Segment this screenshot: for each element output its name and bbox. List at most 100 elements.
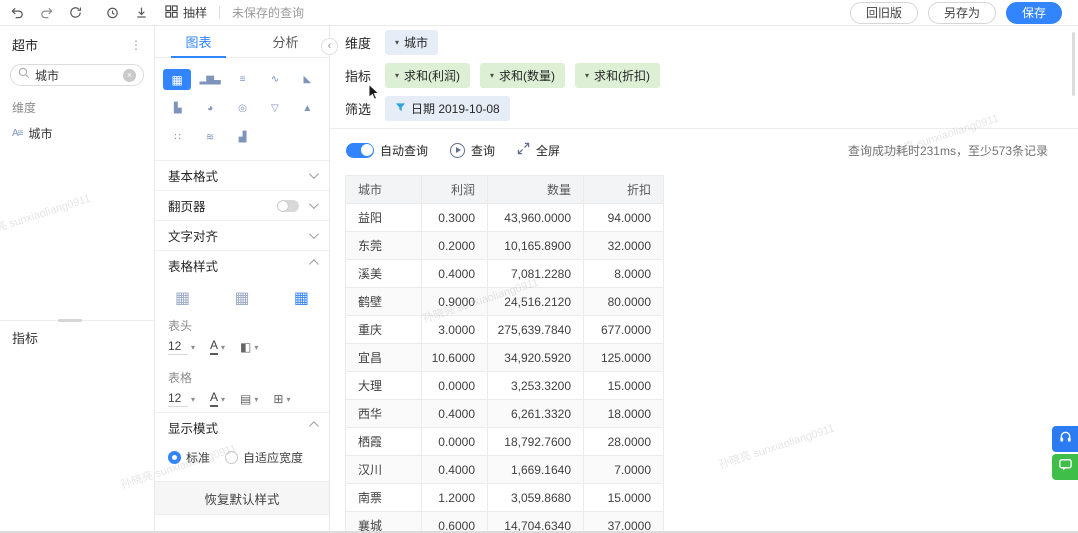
- table-font-size-select[interactable]: 12 ▾: [168, 391, 195, 407]
- redo-icon[interactable]: [39, 5, 54, 20]
- chart-type-table-icon[interactable]: ▦: [163, 69, 192, 90]
- auto-query-label: 自动查询: [380, 143, 429, 158]
- chart-type-stacked-bar-icon[interactable]: ▙: [163, 98, 191, 119]
- save-as-button[interactable]: 另存为: [927, 1, 996, 24]
- value-cell: 8.0000: [583, 259, 664, 288]
- dimension-tag-label: 城市: [404, 36, 429, 50]
- feedback-button[interactable]: [1052, 454, 1078, 480]
- header-fill-color-picker[interactable]: ◧ ▾: [240, 340, 258, 354]
- table-controls: 12 ▾ A ▾ ▤ ▾ ⊞ ▾: [155, 388, 329, 412]
- table-group-label: 表格: [168, 371, 193, 385]
- field-search-input[interactable]: 城市 ×: [10, 64, 144, 86]
- metric-tag[interactable]: ▾ 求和(折扣): [575, 63, 661, 88]
- pager-toggle[interactable]: [277, 199, 299, 212]
- value-cell: 0.2000: [421, 231, 488, 260]
- table-style-plain-icon[interactable]: ▦: [175, 288, 190, 308]
- chart-type-bar-icon[interactable]: ▂▆▃: [195, 69, 223, 90]
- reset-default-style-button[interactable]: 恢复默认样式: [155, 481, 329, 515]
- table-style-header-icon[interactable]: ▦: [234, 288, 249, 308]
- query-history-icon[interactable]: [105, 5, 120, 20]
- run-query-label: 查询: [471, 143, 496, 158]
- metric-tag[interactable]: ▾ 求和(利润): [385, 63, 471, 88]
- radio-on-icon: [168, 451, 181, 464]
- undo-icon[interactable]: [10, 5, 25, 20]
- section-table-style[interactable]: 表格样式: [155, 250, 329, 280]
- clear-search-icon[interactable]: ×: [123, 68, 136, 82]
- query-workspace: 维度 ▾ 城市 指标 ▾ 求和(利润) ▾ 求和(数量) ▾ 求和(折扣) 筛选 日期 2…: [330, 26, 1078, 531]
- support-button[interactable]: [1052, 426, 1078, 452]
- save-button[interactable]: 保存: [1005, 1, 1062, 24]
- chart-type-pyramid-icon[interactable]: ▲: [293, 98, 321, 119]
- old-version-button[interactable]: 回旧版: [849, 1, 918, 24]
- table-style-blue-icon[interactable]: ▦: [294, 288, 309, 308]
- value-cell: 125.0000: [583, 343, 664, 372]
- table-row[interactable]: 栖霞 0.0000 18,792.7600 28.0000: [345, 427, 664, 456]
- chart-type-bubble-icon[interactable]: ◎: [228, 98, 256, 119]
- auto-query-toggle[interactable]: [346, 142, 374, 158]
- section-basic-format[interactable]: 基本格式: [155, 160, 329, 190]
- table-row[interactable]: 西华 0.4000 6,261.3320 18.0000: [345, 399, 664, 428]
- table-row[interactable]: 大理 0.0000 3,253.3200 15.0000: [345, 371, 664, 400]
- refresh-icon[interactable]: [68, 5, 83, 20]
- table-row[interactable]: 襄城 0.6000 14,704.6340 37.0000: [345, 511, 664, 531]
- column-header: 数量: [487, 175, 584, 204]
- font-color-icon: A: [210, 339, 219, 355]
- column-header: 利润: [421, 175, 488, 204]
- caret-down-icon: ▾: [286, 394, 291, 404]
- table-row[interactable]: 益阳 0.3000 43,960.0000 94.0000: [345, 203, 664, 232]
- section-display-mode[interactable]: 显示模式: [155, 412, 329, 442]
- table-row[interactable]: 重庆 3.0000 275,639.7840 677.0000: [345, 315, 664, 344]
- filter-config-row: 筛选 日期 2019-10-08: [330, 92, 1078, 125]
- more-menu-icon[interactable]: ⋮: [130, 38, 142, 52]
- filter-tag[interactable]: 日期 2019-10-08: [385, 96, 510, 121]
- header-font-size-select[interactable]: 12 ▾: [168, 339, 195, 355]
- value-cell: 18.0000: [583, 399, 664, 428]
- chart-type-bar-horizontal-icon[interactable]: ≡: [228, 69, 256, 90]
- chart-type-pie-icon[interactable]: ◕: [195, 98, 223, 119]
- grid-borders-select[interactable]: ⊞ ▾: [273, 392, 290, 406]
- value-cell: 10.6000: [421, 343, 488, 372]
- tab-analysis[interactable]: 分析: [242, 26, 329, 57]
- table-row[interactable]: 鹤壁 0.9000 24,516.2120 80.0000: [345, 287, 664, 316]
- sample-button[interactable]: 抽样: [165, 4, 207, 21]
- download-icon[interactable]: [134, 5, 149, 20]
- value-cell: 94.0000: [583, 203, 664, 232]
- table-row[interactable]: 汉川 0.4000 1,669.1640 7.0000: [345, 455, 664, 484]
- header-font-color-picker[interactable]: A ▾: [210, 339, 225, 355]
- vertical-scrollbar[interactable]: [1072, 32, 1075, 96]
- value-cell: 10,165.8900: [487, 231, 584, 260]
- top-toolbar: 抽样 未保存的查询 回旧版 另存为 保存: [0, 0, 1078, 26]
- table-row[interactable]: 宜昌 10.6000 34,920.5920 125.0000: [345, 343, 664, 372]
- table-font-color-picker[interactable]: A ▾: [210, 391, 225, 407]
- play-icon: [450, 142, 466, 158]
- section-text-align[interactable]: 文字对齐: [155, 220, 329, 250]
- chart-type-line-icon[interactable]: ∿: [260, 69, 288, 90]
- radio-standard[interactable]: 标准: [168, 449, 210, 466]
- search-icon: [18, 66, 30, 84]
- chart-type-scatter-icon[interactable]: ∷: [163, 127, 191, 148]
- chevron-down-icon: [308, 229, 319, 240]
- dimension-field-city[interactable]: A≡ 城市: [0, 120, 154, 147]
- dimension-tag[interactable]: ▾ 城市: [385, 30, 439, 55]
- table-row[interactable]: 溪美 0.4000 7,081.2280 8.0000: [345, 259, 664, 288]
- resize-handle[interactable]: [58, 319, 82, 322]
- fullscreen-button[interactable]: 全屏: [517, 142, 560, 159]
- table-row[interactable]: 东莞 0.2000 10,165.8900 32.0000: [345, 231, 664, 260]
- chevron-up-icon: [308, 259, 319, 270]
- value-cell: 15.0000: [583, 371, 664, 400]
- table-row[interactable]: 南票 1.2000 3,059.8680 15.0000: [345, 483, 664, 512]
- chart-type-waterfall-icon[interactable]: ▟: [228, 127, 256, 148]
- tab-chart[interactable]: 图表: [155, 26, 242, 58]
- metric-tag[interactable]: ▾ 求和(数量): [480, 63, 566, 88]
- chart-type-area-icon[interactable]: ◣: [293, 69, 321, 90]
- border-style-select[interactable]: ▤ ▾: [240, 392, 258, 406]
- chart-type-biaxial-icon[interactable]: ≋: [195, 127, 223, 148]
- chart-type-funnel-icon[interactable]: ▽: [260, 98, 288, 119]
- section-pager[interactable]: 翻页器: [155, 190, 329, 220]
- collapse-panel-icon[interactable]: ‹: [321, 38, 338, 55]
- value-cell: 43,960.0000: [487, 203, 584, 232]
- radio-adaptive-width[interactable]: 自适应宽度: [225, 449, 303, 466]
- filter-tag-label: 日期 2019-10-08: [411, 102, 500, 116]
- run-query-button[interactable]: 查询: [450, 142, 495, 159]
- value-cell: 7,081.2280: [487, 259, 584, 288]
